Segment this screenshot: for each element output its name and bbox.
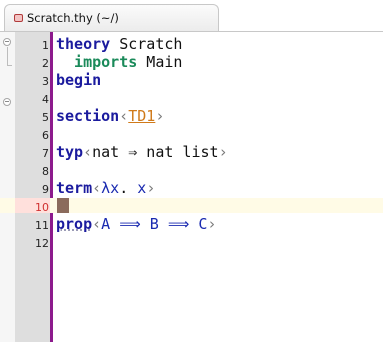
code-text: imports Main [56, 53, 182, 71]
cartouche-open: ‹ [119, 107, 129, 125]
keyword: typ [56, 143, 84, 161]
editor-line: 3 begin [0, 71, 383, 89]
cartouche-open: ‹ [83, 143, 93, 161]
identifier: Scratch [110, 35, 183, 53]
code-text: begin [56, 71, 101, 89]
line-number: 8 [42, 165, 49, 178]
theory-file-icon [14, 14, 23, 22]
code-text: prop‹A ⟹ B ⟹ C› [56, 215, 216, 233]
implication-symbol: ⟹ [119, 215, 141, 233]
keyword: section [56, 107, 120, 125]
cartouche-open: ‹ [92, 215, 102, 233]
implication-symbol: ⟹ [167, 215, 190, 233]
text-editor[interactable]: 1 theory Scratch 2 imports Main 3 begin … [0, 32, 383, 342]
editor-line: 7 typ‹nat ⇒ nat list› [0, 143, 383, 161]
editor-line: 1 theory Scratch [0, 35, 383, 53]
punctuation: . [119, 179, 138, 197]
keyword: imports [56, 53, 138, 71]
line-number: 11 [35, 219, 49, 232]
keyword: term [56, 179, 93, 197]
free-variable: B [149, 215, 159, 233]
tab-title: Scratch.thy (~/) [27, 11, 119, 25]
editor-line: 11 prop‹A ⟹ B ⟹ C› [0, 215, 383, 233]
tab-bar: Scratch.thy (~/) [0, 0, 383, 36]
editor-line: 6 [0, 126, 383, 142]
line-number: 12 [35, 237, 49, 250]
cartouche-close: › [155, 107, 165, 125]
line-number: 3 [42, 75, 49, 88]
arrow-symbol: ⇒ [128, 143, 138, 161]
line-number: 9 [42, 183, 49, 196]
editor-line-current: 10 [0, 198, 383, 214]
editor-line: 4 [0, 90, 383, 106]
type-name: nat list [137, 143, 219, 161]
lambda-binder: λx [101, 179, 120, 197]
identifier: Main [137, 53, 183, 71]
type-name: nat [92, 143, 129, 161]
tab-scratch-thy[interactable]: Scratch.thy (~/) [4, 4, 219, 31]
text-cursor [57, 198, 69, 213]
editor-line: 5 section‹TD1› [0, 107, 383, 125]
free-variable: A [101, 215, 111, 233]
line-number: 4 [42, 93, 49, 106]
editor-line: 8 [0, 162, 383, 178]
bound-variable: x [137, 179, 147, 197]
code-text: typ‹nat ⇒ nat list› [56, 143, 228, 161]
code-text: term‹λx. x› [56, 179, 155, 197]
line-number: 7 [42, 147, 49, 160]
keyword: begin [56, 71, 102, 89]
keyword: theory [56, 35, 111, 53]
cartouche-close: › [207, 215, 217, 233]
editor-line: 12 [0, 234, 383, 250]
section-title-link[interactable]: TD1 [128, 107, 155, 125]
line-number: 10 [35, 201, 49, 214]
cartouche-close: › [146, 179, 156, 197]
code-text: theory Scratch [56, 35, 182, 53]
cartouche-open: ‹ [92, 179, 102, 197]
editor-line: 9 term‹λx. x› [0, 179, 383, 197]
line-number: 2 [42, 57, 49, 70]
line-number: 6 [42, 129, 49, 142]
code-text: section‹TD1› [56, 107, 164, 125]
cartouche-close: › [218, 143, 228, 161]
line-number: 1 [42, 39, 49, 52]
keyword: prop [56, 215, 93, 233]
editor-line: 2 imports Main [0, 53, 383, 71]
line-number: 5 [42, 111, 49, 124]
